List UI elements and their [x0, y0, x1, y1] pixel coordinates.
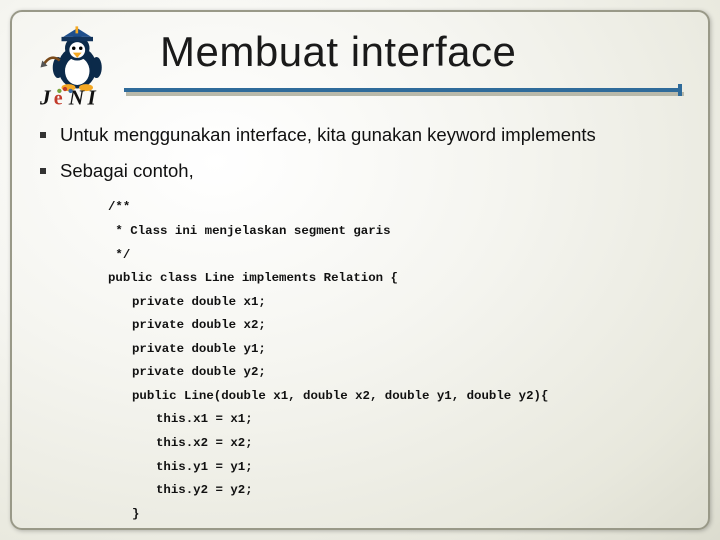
code-line: * Class ini menjelaskan segment garis	[108, 220, 686, 244]
title-underline	[124, 88, 682, 98]
header-area: J e N I Membuat interface	[34, 26, 686, 110]
bullet-text: Untuk menggunakan interface, kita gunaka…	[60, 124, 596, 146]
code-line: this.x2 = x2;	[108, 432, 686, 456]
code-block: /** * Class ini menjelaskan segment gari…	[108, 196, 686, 526]
code-line: this.y2 = y2;	[108, 479, 686, 503]
code-line: private double y2;	[108, 361, 686, 385]
code-line: private double x1;	[108, 291, 686, 315]
slide-title: Membuat interface	[160, 28, 516, 76]
slide-frame: J e N I Membuat interface Untuk mengguna…	[10, 10, 710, 530]
code-line: public class Line implements Relation {	[108, 267, 686, 291]
code-line: this.y1 = y1;	[108, 456, 686, 480]
bullet-item: Sebagai contoh,	[34, 160, 686, 182]
slide-content: Untuk menggunakan interface, kita gunaka…	[34, 110, 686, 526]
svg-text:J: J	[40, 86, 52, 110]
code-line: */	[108, 244, 686, 268]
bullet-text: Sebagai contoh,	[60, 160, 194, 182]
square-bullet-icon	[40, 132, 46, 138]
code-line: public Line(double x1, double x2, double…	[108, 385, 686, 409]
code-line: }	[108, 503, 686, 527]
bullet-item: Untuk menggunakan interface, kita gunaka…	[34, 124, 686, 146]
svg-text:I: I	[87, 86, 97, 110]
code-line: private double x2;	[108, 314, 686, 338]
code-line: this.x1 = x1;	[108, 408, 686, 432]
square-bullet-icon	[40, 168, 46, 174]
code-line: /**	[108, 196, 686, 220]
code-line: private double y1;	[108, 338, 686, 362]
